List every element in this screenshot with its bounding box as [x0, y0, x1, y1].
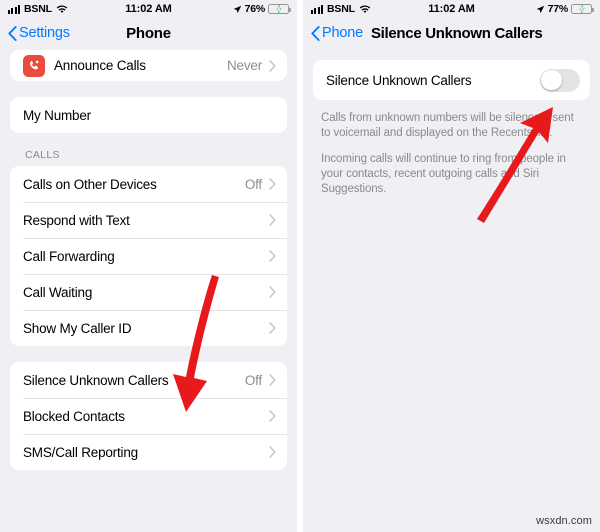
silence-settings-content: Silence Unknown Callers Calls from unkno…: [303, 48, 600, 532]
silence-unknown-callers-screen: BSNL 11:02 AM 77% Phone Silence Unknown …: [303, 0, 600, 532]
row-call-forwarding[interactable]: Call Forwarding: [10, 238, 287, 274]
battery-charging-icon: [268, 4, 291, 14]
back-label: Phone: [322, 25, 363, 41]
chevron-left-icon: [8, 25, 17, 41]
status-bar-right: BSNL 11:02 AM 77%: [303, 0, 600, 18]
watermark: wsxdn.com: [536, 515, 592, 527]
toggle-label: Silence Unknown Callers: [326, 72, 472, 88]
calls-card: Calls on Other Devices Off Respond with …: [10, 166, 287, 346]
row-calls-on-other-devices[interactable]: Calls on Other Devices Off: [10, 166, 287, 202]
my-number-card: My Number: [10, 97, 287, 133]
row-label: Call Waiting: [23, 284, 93, 300]
nav-bar-left: Settings Phone: [0, 18, 297, 48]
row-silence-unknown-callers-toggle[interactable]: Silence Unknown Callers: [313, 60, 590, 100]
battery-percent-label: 76%: [244, 3, 266, 15]
row-value: Off: [244, 372, 262, 388]
announce-calls-card: Announce Calls Never: [10, 50, 287, 81]
phone-announce-icon: [23, 54, 45, 77]
status-bar-right-group: 77%: [536, 3, 594, 15]
footer-paragraph-1: Calls from unknown numbers will be silen…: [321, 112, 574, 139]
page-title-right: Silence Unknown Callers: [370, 24, 543, 42]
chevron-right-icon: [269, 214, 276, 226]
battery-percent-label: 77%: [547, 3, 569, 15]
section-header-calls: CALLS: [25, 149, 60, 161]
battery-charging-icon: [571, 4, 594, 14]
screenshot-root: BSNL 11:02 AM 76% Settings Phone Announc…: [0, 0, 600, 532]
location-arrow-icon: [233, 5, 242, 14]
row-label: Respond with Text: [23, 212, 130, 228]
switch-knob: [541, 69, 562, 91]
silence-toggle-card: Silence Unknown Callers: [313, 60, 590, 100]
chevron-right-icon: [269, 374, 276, 386]
panel-divider: [297, 0, 303, 532]
back-label: Settings: [19, 25, 70, 41]
nav-bar-right: Phone Silence Unknown Callers: [303, 18, 600, 48]
chevron-right-icon: [269, 446, 276, 458]
row-sms-call-reporting[interactable]: SMS/Call Reporting: [10, 434, 287, 470]
chevron-right-icon: [269, 178, 276, 190]
chevron-right-icon: [269, 322, 276, 334]
chevron-right-icon: [269, 250, 276, 262]
row-blocked-contacts[interactable]: Blocked Contacts: [10, 398, 287, 434]
row-label: Silence Unknown Callers: [23, 372, 169, 388]
row-my-number[interactable]: My Number: [10, 97, 287, 133]
settings-list-left: Announce Calls Never My Number CALLS Cal…: [0, 50, 297, 532]
row-respond-with-text[interactable]: Respond with Text: [10, 202, 287, 238]
row-call-waiting[interactable]: Call Waiting: [10, 274, 287, 310]
row-silence-unknown-callers[interactable]: Silence Unknown Callers Off: [10, 362, 287, 398]
row-value: Never: [226, 58, 262, 73]
row-show-my-caller-id[interactable]: Show My Caller ID: [10, 310, 287, 346]
chevron-right-icon: [269, 59, 276, 72]
phone-settings-screen: BSNL 11:02 AM 76% Settings Phone Announc…: [0, 0, 297, 532]
chevron-left-icon: [311, 25, 320, 41]
chevron-right-icon: [269, 410, 276, 422]
back-to-settings-button[interactable]: Settings: [8, 25, 70, 41]
row-value: Off: [244, 176, 262, 192]
silence-blocked-card: Silence Unknown Callers Off Blocked Cont…: [10, 362, 287, 470]
location-arrow-icon: [536, 5, 545, 14]
silence-footer-description: Calls from unknown numbers will be silen…: [313, 111, 590, 197]
footer-paragraph-2: Incoming calls will continue to ring fro…: [321, 153, 566, 195]
row-label: Calls on Other Devices: [23, 176, 157, 192]
row-label: My Number: [23, 107, 91, 123]
row-label: Blocked Contacts: [23, 408, 125, 424]
status-bar-right-group: 76%: [233, 3, 291, 15]
row-announce-calls[interactable]: Announce Calls Never: [10, 50, 287, 81]
status-bar-left: BSNL 11:02 AM 76%: [0, 0, 297, 18]
silence-unknown-callers-switch[interactable]: [540, 68, 580, 92]
chevron-right-icon: [269, 286, 276, 298]
row-label: Call Forwarding: [23, 248, 115, 264]
row-label: SMS/Call Reporting: [23, 444, 138, 460]
back-to-phone-button[interactable]: Phone: [311, 25, 363, 41]
row-label: Announce Calls: [54, 58, 146, 73]
row-label: Show My Caller ID: [23, 320, 132, 336]
